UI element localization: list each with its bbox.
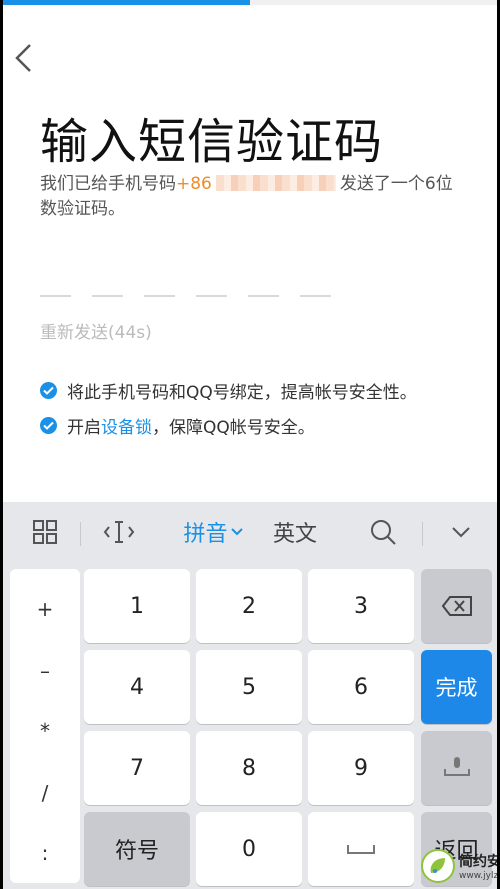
code-slot[interactable]: [40, 295, 71, 297]
backspace-key[interactable]: [421, 569, 492, 643]
key-8[interactable]: 8: [196, 731, 302, 805]
symbol-key[interactable]: 符号: [84, 812, 190, 886]
watermark-name: 简约安卓网: [459, 854, 497, 870]
watermark-logo-icon: [421, 849, 455, 883]
key-2[interactable]: 2: [196, 569, 302, 643]
backspace-icon: [441, 596, 472, 616]
description-prefix: 我们已给手机号码: [40, 174, 176, 194]
keyboard: 拼音 英文 + – * /: 1 2 3 4 5 6 完成 7 8 9 符号 …: [3, 502, 497, 889]
symbol-side-panel: + – * / :: [10, 569, 80, 883]
grid-menu-button[interactable]: [25, 502, 65, 562]
page-title: 输入短信验证码: [40, 114, 384, 170]
pinyin-tab[interactable]: 拼音: [173, 502, 253, 562]
toolbar-divider: [422, 522, 423, 546]
key-4[interactable]: 4: [84, 650, 190, 724]
tip-text: 将此手机号码和QQ号绑定，提高帐号安全性。: [67, 383, 417, 403]
description: 我们已给手机号码+86 发送了一个6位数验证码。: [40, 172, 460, 222]
microphone-icon: [443, 757, 470, 776]
key-3[interactable]: 3: [308, 569, 414, 643]
space-icon: [347, 845, 375, 854]
keyboard-toolbar: 拼音 英文: [3, 502, 497, 562]
hide-keyboard-button[interactable]: [443, 502, 479, 562]
voice-input-key[interactable]: [421, 731, 492, 805]
key-7[interactable]: 7: [84, 731, 190, 805]
chevron-down-icon: [452, 527, 470, 538]
grid-icon: [33, 520, 57, 544]
pinyin-label: 拼音: [183, 522, 228, 547]
key-6[interactable]: 6: [308, 650, 414, 724]
chevron-left-icon: [15, 44, 31, 72]
progress-fill: [3, 0, 250, 5]
side-key-slash[interactable]: /: [10, 773, 80, 813]
side-key-asterisk[interactable]: *: [10, 711, 80, 751]
key-9[interactable]: 9: [308, 731, 414, 805]
english-tab[interactable]: 英文: [265, 502, 325, 562]
code-input[interactable]: [40, 295, 331, 297]
text-cursor-icon: [103, 521, 135, 543]
tip-bind-phone: 将此手机号码和QQ号绑定，提高帐号安全性。: [40, 378, 417, 403]
search-button[interactable]: [363, 502, 403, 562]
country-code: +86: [176, 174, 212, 194]
check-icon: [40, 417, 57, 434]
code-slot[interactable]: [144, 295, 175, 297]
code-slot[interactable]: [92, 295, 123, 297]
check-icon: [40, 382, 57, 399]
chevron-down-icon: [230, 528, 243, 536]
tip-device-lock: 开启 设备锁 ，保障QQ帐号安全。: [40, 413, 315, 438]
tip-text-before: 开启: [67, 418, 101, 438]
screen: 输入短信验证码 我们已给手机号码+86 发送了一个6位数验证码。 重新发送(44s…: [3, 0, 497, 889]
watermark-url: www.jylzwj.com: [459, 871, 497, 881]
side-key-colon[interactable]: :: [10, 833, 80, 873]
code-slot[interactable]: [196, 295, 227, 297]
key-0[interactable]: 0: [196, 812, 302, 886]
progress-bar: [3, 0, 497, 5]
side-key-plus[interactable]: +: [10, 589, 80, 629]
code-slot[interactable]: [300, 295, 331, 297]
blurred-phone-number: [215, 175, 336, 191]
cursor-move-button[interactable]: [99, 502, 139, 562]
device-lock-link[interactable]: 设备锁: [101, 413, 152, 438]
code-slot[interactable]: [248, 295, 279, 297]
resend-button[interactable]: 重新发送(44s): [40, 318, 152, 343]
tip-text-after: ，保障QQ帐号安全。: [152, 418, 315, 438]
key-1[interactable]: 1: [84, 569, 190, 643]
side-key-minus[interactable]: –: [10, 651, 80, 691]
search-icon: [371, 520, 396, 545]
watermark: 简约安卓网 www.jylzwj.com: [421, 846, 497, 886]
key-5[interactable]: 5: [196, 650, 302, 724]
space-key[interactable]: [308, 812, 414, 886]
watermark-text: 简约安卓网 www.jylzwj.com: [459, 851, 497, 881]
english-label: 英文: [272, 522, 317, 547]
back-button[interactable]: [9, 38, 39, 78]
done-key[interactable]: 完成: [421, 650, 492, 724]
toolbar-divider: [80, 522, 81, 546]
